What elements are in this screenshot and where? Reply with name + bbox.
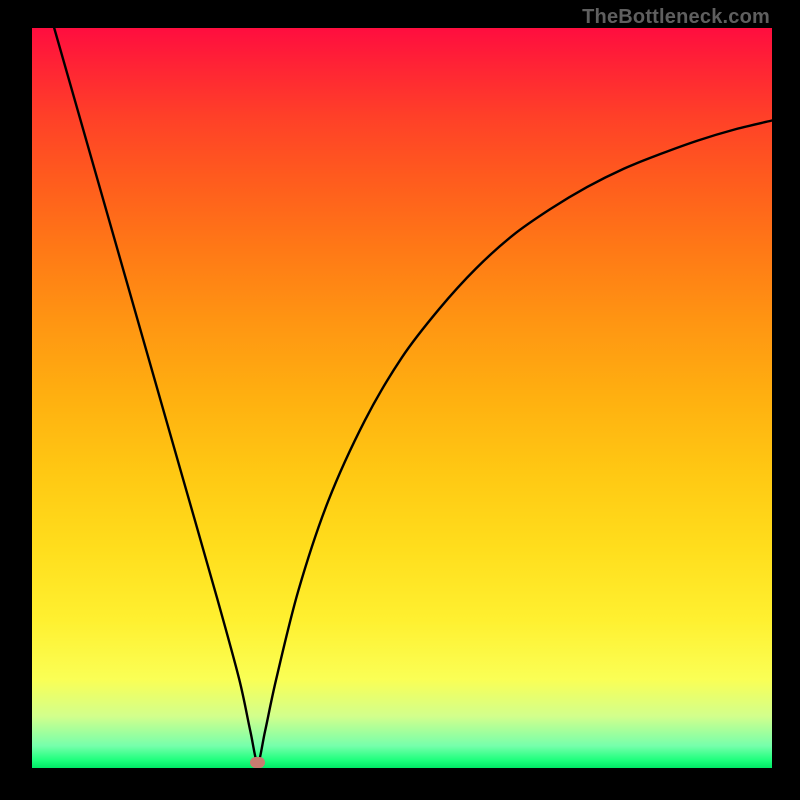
chart-container: TheBottleneck.com [0, 0, 800, 800]
watermark-text: TheBottleneck.com [582, 6, 770, 29]
curve-svg [32, 28, 772, 768]
marker-dot [250, 757, 265, 768]
curve-path [54, 28, 772, 762]
plot-area [32, 28, 772, 768]
